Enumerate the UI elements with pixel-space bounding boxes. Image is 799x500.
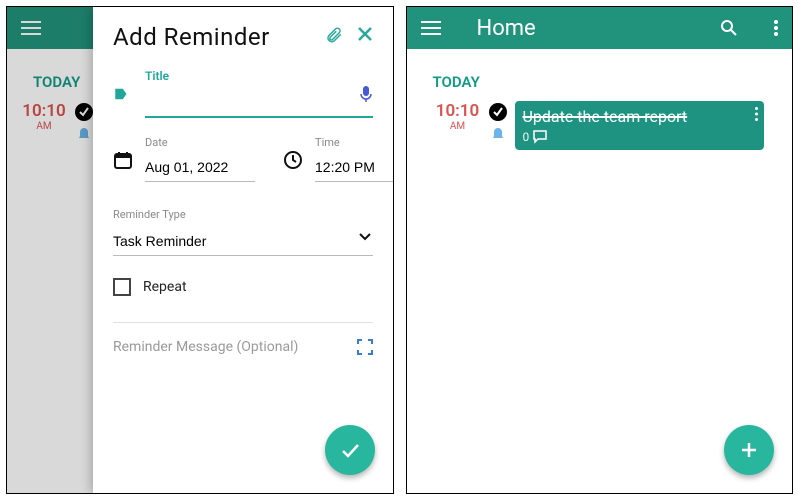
chevron-down-icon bbox=[359, 233, 371, 241]
time-value: 10:10 bbox=[21, 101, 67, 121]
reminder-card[interactable]: Update the team report 0 bbox=[515, 101, 765, 150]
add-fab[interactable] bbox=[724, 425, 774, 475]
search-icon[interactable] bbox=[720, 19, 738, 37]
date-field-label: Date bbox=[145, 136, 255, 149]
bell-icon bbox=[489, 125, 507, 143]
today-label: TODAY bbox=[433, 73, 779, 91]
time-column: 10:10 AM bbox=[435, 101, 481, 132]
screen-home: Home TODAY 10:10 AM Update the te bbox=[406, 6, 794, 494]
add-reminder-sheet: Add Reminder Title Dat bbox=[93, 7, 393, 493]
bell-icon bbox=[75, 125, 93, 143]
sheet-title: Add Reminder bbox=[113, 23, 270, 51]
hamburger-icon[interactable] bbox=[21, 21, 41, 35]
card-overflow-icon[interactable] bbox=[755, 107, 758, 121]
comment-count: 0 bbox=[523, 130, 530, 144]
close-icon[interactable] bbox=[357, 26, 373, 44]
app-topbar: Home bbox=[407, 7, 793, 49]
check-badge-icon bbox=[75, 103, 93, 121]
expand-icon[interactable] bbox=[357, 339, 373, 355]
title-input[interactable] bbox=[145, 89, 373, 118]
confirm-fab[interactable] bbox=[325, 425, 375, 475]
time-column: 10:10 AM bbox=[21, 101, 67, 132]
comment-icon bbox=[533, 130, 547, 144]
attachment-icon[interactable] bbox=[325, 26, 343, 44]
time-ampm: AM bbox=[435, 121, 481, 132]
reminder-card-title: Update the team report bbox=[523, 107, 757, 126]
repeat-label: Repeat bbox=[143, 279, 187, 295]
title-field-label: Title bbox=[145, 69, 373, 83]
date-input[interactable] bbox=[145, 155, 255, 182]
reminder-type-select[interactable]: Task Reminder bbox=[113, 227, 373, 256]
page-title: Home bbox=[477, 16, 703, 41]
screen-add-reminder: TODAY 10:10 AM Add Reminder bbox=[6, 6, 394, 494]
time-input[interactable] bbox=[315, 155, 394, 182]
microphone-icon[interactable] bbox=[359, 85, 373, 103]
status-icons bbox=[489, 103, 507, 143]
check-badge-icon bbox=[489, 103, 507, 121]
overflow-menu-icon[interactable] bbox=[774, 20, 778, 36]
tag-icon bbox=[113, 85, 131, 103]
time-value: 10:10 bbox=[435, 101, 481, 121]
type-field-label: Reminder Type bbox=[113, 208, 373, 221]
time-field-label: Time bbox=[315, 136, 394, 149]
time-ampm: AM bbox=[21, 121, 67, 132]
calendar-icon bbox=[113, 150, 133, 170]
repeat-checkbox[interactable] bbox=[113, 278, 131, 296]
status-icons bbox=[75, 103, 93, 143]
clock-icon bbox=[283, 150, 303, 170]
hamburger-icon[interactable] bbox=[421, 21, 441, 35]
message-placeholder[interactable]: Reminder Message (Optional) bbox=[113, 339, 298, 355]
